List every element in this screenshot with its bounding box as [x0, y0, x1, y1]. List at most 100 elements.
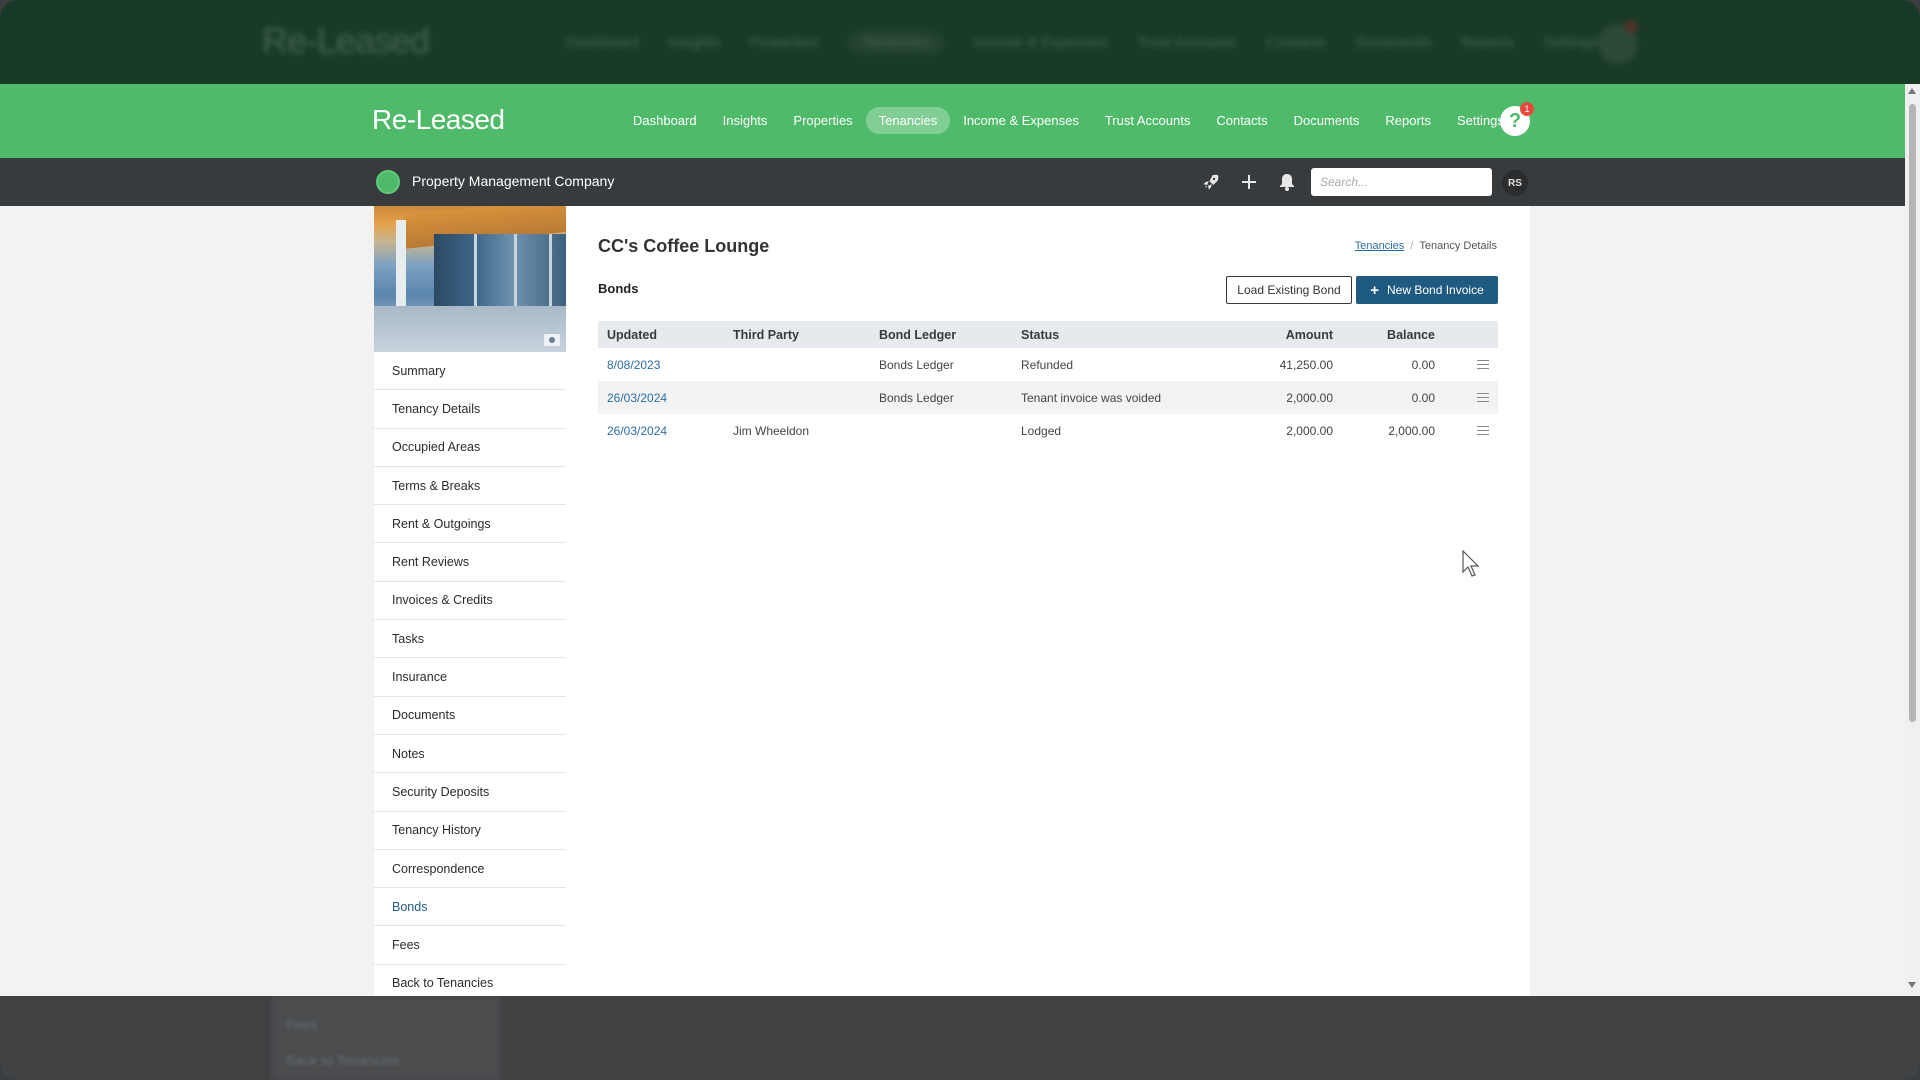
- rocket-icon[interactable]: [1199, 170, 1223, 194]
- sidebar-item-occupied-areas[interactable]: Occupied Areas: [374, 428, 566, 467]
- cell-balance: 2,000.00: [1342, 414, 1444, 447]
- scroll-down-arrow-icon[interactable]: [1908, 982, 1916, 988]
- sidebar-item-rent-reviews[interactable]: Rent Reviews: [374, 543, 566, 582]
- sidebar-item-tenancy-history[interactable]: Tenancy History: [374, 811, 566, 850]
- blurred-nav-item: Reports: [1461, 34, 1514, 51]
- sidebar-item-security-deposits[interactable]: Security Deposits: [374, 773, 566, 812]
- row-menu-icon[interactable]: [1477, 425, 1489, 435]
- cell-bond-ledger: [870, 414, 1012, 447]
- column-header-amount[interactable]: Amount: [1236, 321, 1342, 348]
- organisation-name[interactable]: Property Management Company: [412, 173, 614, 189]
- plus-icon: +: [1370, 281, 1380, 299]
- sidebar-item-summary[interactable]: Summary: [374, 352, 566, 391]
- cell-third-party: [724, 348, 870, 381]
- blurred-logo: Re-Leased: [262, 20, 430, 61]
- blurred-nav-item: Contacts: [1266, 34, 1326, 51]
- cell-status: Lodged: [1012, 414, 1236, 447]
- photo-glass-facade: [434, 234, 566, 314]
- property-photo: [374, 206, 566, 352]
- cell-status: Tenant invoice was voided: [1012, 381, 1236, 414]
- blurred-help-badge: [1624, 20, 1638, 34]
- new-bond-invoice-label: New Bond Invoice: [1387, 283, 1484, 297]
- blurred-nav: Dashboard Insights Properties Tenancies …: [565, 30, 1598, 55]
- sidebar-item-insurance[interactable]: Insurance: [374, 658, 566, 697]
- blurred-nav-item: Documents: [1355, 34, 1432, 51]
- photo-window-frame: [514, 234, 517, 314]
- sidebar-item-tenancy-details[interactable]: Tenancy Details: [374, 390, 566, 429]
- column-header-balance[interactable]: Balance: [1342, 321, 1444, 348]
- sidebar-item-notes[interactable]: Notes: [374, 734, 566, 774]
- nav-documents[interactable]: Documents: [1281, 107, 1373, 134]
- sidebar-item-rent-outgoings[interactable]: Rent & Outgoings: [374, 505, 566, 544]
- sidebar-item-documents[interactable]: Documents: [374, 696, 566, 735]
- row-menu-icon[interactable]: [1477, 392, 1489, 402]
- nav-contacts[interactable]: Contacts: [1203, 107, 1280, 134]
- blurred-nav-item: Properties: [750, 34, 819, 51]
- page-scrollbar[interactable]: [1905, 84, 1920, 996]
- blurred-sidebar-item: Fees: [286, 1016, 318, 1032]
- sidebar-item-back-to-tenancies[interactable]: Back to Tenancies: [374, 964, 566, 996]
- breadcrumb-separator: /: [1410, 240, 1414, 252]
- nav-trust-accounts[interactable]: Trust Accounts: [1092, 107, 1204, 134]
- load-existing-bond-button[interactable]: Load Existing Bond: [1226, 276, 1352, 304]
- cell-updated-link[interactable]: 8/08/2023: [598, 348, 724, 381]
- cell-actions: [1444, 348, 1498, 381]
- blurred-nav-item: Insights: [668, 34, 721, 51]
- page-title: CC's Coffee Lounge: [598, 236, 770, 256]
- search-input[interactable]: [1311, 168, 1492, 196]
- cell-bond-ledger: Bonds Ledger: [870, 381, 1012, 414]
- column-header-actions: [1444, 321, 1498, 348]
- camera-icon[interactable]: [544, 334, 560, 346]
- main-content: CC's Coffee Lounge Tenancies / Tenancy D…: [566, 206, 1530, 996]
- nav-tenancies[interactable]: Tenancies: [865, 107, 951, 134]
- column-header-third-party[interactable]: Third Party: [724, 321, 870, 348]
- table-row: 26/03/2024 Bonds Ledger Tenant invoice w…: [598, 381, 1498, 414]
- cell-updated-link[interactable]: 26/03/2024: [598, 381, 724, 414]
- sidebar-item-terms-breaks[interactable]: Terms & Breaks: [374, 466, 566, 506]
- blurred-frame-top: Re-Leased Dashboard Insights Properties …: [0, 0, 1920, 84]
- user-avatar[interactable]: RS: [1502, 170, 1528, 196]
- sidebar-item-correspondence[interactable]: Correspondence: [374, 849, 566, 889]
- table-row: 26/03/2024 Jim Wheeldon Lodged 2,000.00 …: [598, 414, 1498, 447]
- plus-icon[interactable]: [1237, 170, 1261, 194]
- nav-income-expenses[interactable]: Income & Expenses: [950, 107, 1092, 134]
- table-header: Updated Third Party Bond Ledger Status A…: [598, 321, 1498, 348]
- app-logo[interactable]: Re-Leased: [372, 104, 505, 136]
- sidebar-item-invoices-credits[interactable]: Invoices & Credits: [374, 581, 566, 621]
- blurred-nav-item: Dashboard: [565, 34, 639, 51]
- cell-amount: 2,000.00: [1236, 414, 1342, 447]
- top-navbar: Re-Leased Dashboard Insights Properties …: [0, 84, 1905, 158]
- bonds-table: Updated Third Party Bond Ledger Status A…: [598, 321, 1498, 447]
- nav-reports[interactable]: Reports: [1372, 107, 1444, 134]
- nav-dashboard[interactable]: Dashboard: [620, 107, 710, 134]
- cell-bond-ledger: Bonds Ledger: [870, 348, 1012, 381]
- nav-properties[interactable]: Properties: [780, 107, 865, 134]
- tenancy-sidebar: Summary Tenancy Details Occupied Areas T…: [374, 206, 566, 996]
- column-header-updated[interactable]: Updated: [598, 321, 724, 348]
- row-menu-icon[interactable]: [1477, 359, 1489, 369]
- cell-balance: 0.00: [1342, 348, 1444, 381]
- cell-status: Refunded: [1012, 348, 1236, 381]
- help-notification-badge: 1: [1520, 102, 1534, 116]
- nav-insights[interactable]: Insights: [710, 107, 781, 134]
- new-bond-invoice-button[interactable]: + New Bond Invoice: [1356, 276, 1498, 304]
- sidebar-item-fees[interactable]: Fees: [374, 926, 566, 965]
- tenancy-menu: Summary Tenancy Details Occupied Areas T…: [374, 352, 566, 996]
- bell-icon[interactable]: [1275, 170, 1299, 194]
- scrollbar-thumb[interactable]: [1909, 104, 1916, 722]
- breadcrumb: Tenancies / Tenancy Details: [1355, 240, 1497, 252]
- photo-pillar: [396, 220, 406, 320]
- scroll-up-arrow-icon[interactable]: [1908, 88, 1916, 94]
- blurred-nav-item: Settings: [1543, 34, 1598, 51]
- sidebar-item-bonds[interactable]: Bonds: [374, 888, 566, 927]
- breadcrumb-tenancies-link[interactable]: Tenancies: [1355, 240, 1405, 252]
- blurred-frame-top-content: Re-Leased Dashboard Insights Properties …: [0, 0, 1920, 84]
- sidebar-item-tasks[interactable]: Tasks: [374, 620, 566, 659]
- column-header-bond-ledger[interactable]: Bond Ledger: [870, 321, 1012, 348]
- organisation-logo: [376, 170, 400, 194]
- column-header-status[interactable]: Status: [1012, 321, 1236, 348]
- main-nav: Dashboard Insights Properties Tenancies …: [620, 107, 1517, 134]
- photo-window-frame: [474, 234, 477, 314]
- cell-updated-link[interactable]: 26/03/2024: [598, 414, 724, 447]
- blurred-frame-bottom: Fees Back to Tenancies: [0, 996, 1920, 1080]
